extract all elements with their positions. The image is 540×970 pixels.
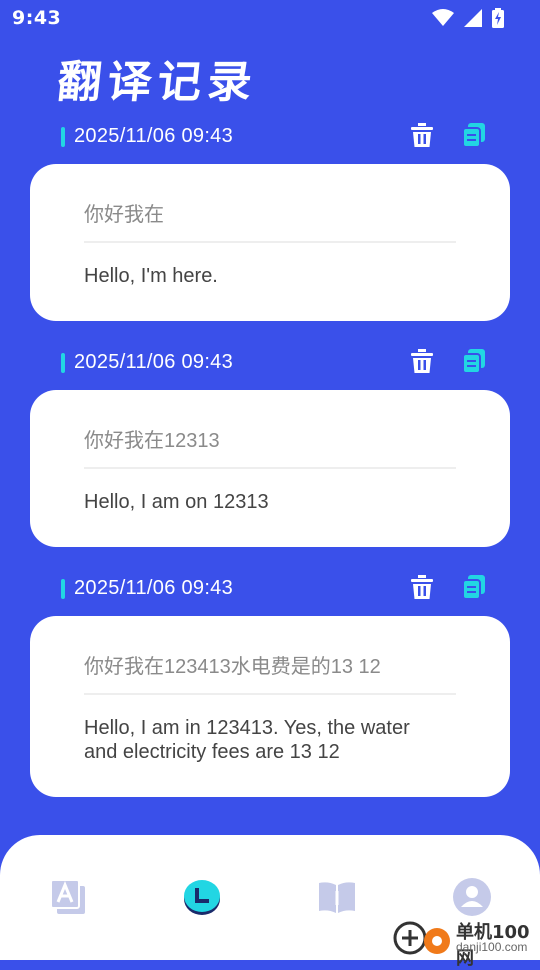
copy-button[interactable]	[461, 348, 487, 374]
translation-card[interactable]: 你好我在123413水电费是的13 12 Hello, I am in 1234…	[30, 616, 510, 797]
status-icons	[432, 6, 504, 30]
record-entry: 2025/11/06 09:43 你好我在123413水电费是的13 12 He…	[30, 574, 510, 798]
copy-button[interactable]	[461, 122, 487, 148]
watermark-domain: danji100.com	[456, 940, 528, 954]
accent-bar	[61, 127, 65, 147]
nav-translate-icon[interactable]	[48, 877, 88, 917]
translation-card[interactable]: 你好我在 Hello, I'm here.	[30, 164, 510, 321]
delete-button[interactable]	[410, 122, 434, 148]
accent-bar	[61, 353, 65, 373]
record-header: 2025/11/06 09:43	[30, 122, 510, 162]
accent-bar	[61, 579, 65, 599]
wifi-icon	[432, 9, 454, 26]
copy-button[interactable]	[461, 574, 487, 600]
delete-button[interactable]	[410, 348, 434, 374]
translation-card[interactable]: 你好我在12313 Hello, I am on 12313	[30, 390, 510, 547]
source-text: 你好我在	[84, 204, 164, 226]
record-date: 2025/11/06 09:43	[74, 125, 234, 147]
record-disc-icon	[424, 928, 450, 954]
status-time: 9:43	[12, 7, 62, 29]
divider	[84, 241, 456, 243]
source-text: 你好我在123413水电费是的13 12	[84, 656, 381, 678]
signal-icon	[464, 9, 482, 27]
battery-charging-icon	[492, 8, 504, 28]
record-entry: 2025/11/06 09:43 你好我在 Hello, I'm here.	[30, 122, 510, 322]
divider	[84, 467, 456, 469]
record-date: 2025/11/06 09:43	[74, 577, 234, 599]
nav-book-icon[interactable]	[317, 877, 357, 917]
record-header: 2025/11/06 09:43	[30, 348, 510, 388]
record-date: 2025/11/06 09:43	[74, 351, 234, 373]
record-entry: 2025/11/06 09:43 你好我在12313 Hello, I am o…	[30, 348, 510, 548]
divider	[84, 693, 456, 695]
nav-user-icon[interactable]	[452, 877, 492, 917]
status-bar: 9:43	[0, 0, 540, 36]
translation-text: Hello, I am on 12313	[84, 491, 269, 513]
watermark-logo: 单机100网 danji100.com	[388, 916, 540, 969]
source-text: 你好我在12313	[84, 430, 220, 452]
page-title: 翻译记录	[54, 57, 261, 108]
translation-text: Hello, I am in 123413. Yes, the water an…	[84, 717, 410, 763]
translation-text: Hello, I'm here.	[84, 265, 218, 287]
record-header: 2025/11/06 09:43	[30, 574, 510, 614]
delete-button[interactable]	[410, 574, 434, 600]
nav-history-clock-icon[interactable]	[182, 877, 222, 917]
